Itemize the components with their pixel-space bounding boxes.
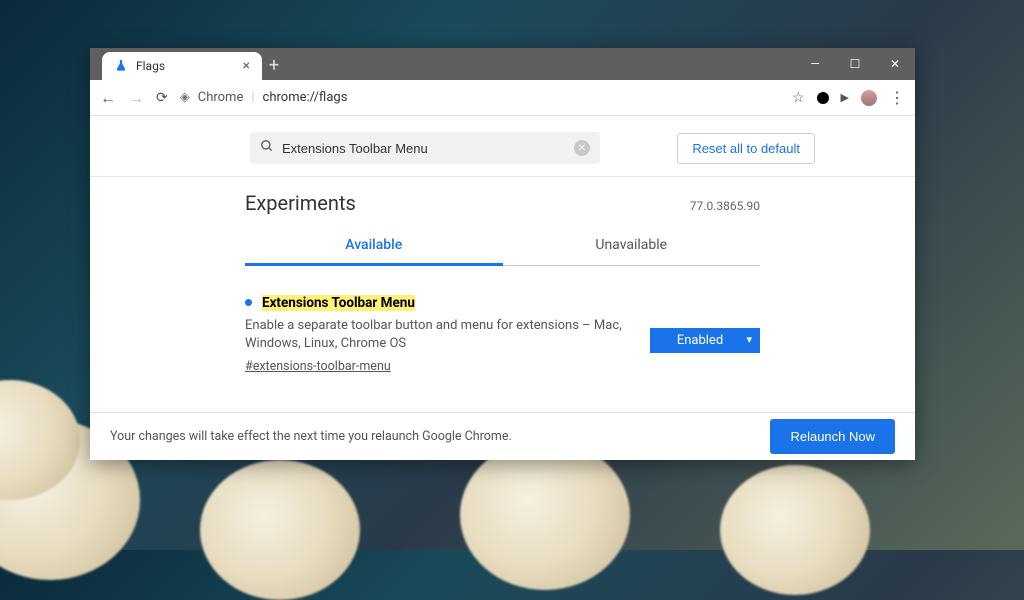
window-close-button[interactable]: ✕ xyxy=(875,48,915,80)
extension-play-icon[interactable]: ▶ xyxy=(841,91,849,104)
flags-tabs: Available Unavailable xyxy=(245,227,760,266)
modified-indicator-icon xyxy=(245,299,252,306)
flag-entry: Extensions Toolbar Menu Enable a separat… xyxy=(245,266,760,374)
tab-title: Flags xyxy=(136,59,235,73)
clear-search-icon[interactable]: ✕ xyxy=(574,140,590,156)
version-label: 77.0.3865.90 xyxy=(690,199,760,213)
browser-toolbar: ← → ⟳ ◈ Chrome | chrome://flags ☆ ▶ ⋮ xyxy=(90,80,915,116)
page-content: ✕ Reset all to default Experiments 77.0.… xyxy=(90,116,915,460)
relaunch-button[interactable]: Relaunch Now xyxy=(770,419,895,454)
bookmark-star-icon[interactable]: ☆ xyxy=(792,90,805,106)
tab-available[interactable]: Available xyxy=(245,227,503,266)
page-title: Experiments xyxy=(245,191,356,215)
extension-icon[interactable] xyxy=(817,92,829,104)
flag-description: Enable a separate toolbar button and men… xyxy=(245,317,626,353)
address-bar[interactable]: ◈ Chrome | chrome://flags xyxy=(180,90,780,105)
site-info-icon[interactable]: ◈ xyxy=(180,90,190,105)
flag-title: Extensions Toolbar Menu xyxy=(262,295,415,311)
chrome-chip: Chrome xyxy=(198,90,244,105)
browser-tab[interactable]: Flags × xyxy=(102,52,262,80)
browser-window: Flags × + — ☐ ✕ ← → ⟳ ◈ Chrome | chrome:… xyxy=(90,48,915,460)
flag-hash-link[interactable]: #extensions-toolbar-menu xyxy=(245,359,391,374)
close-tab-icon[interactable]: × xyxy=(243,58,250,74)
reload-button[interactable]: ⟳ xyxy=(156,90,168,106)
new-tab-button[interactable]: + xyxy=(262,55,286,80)
reset-all-button[interactable]: Reset all to default xyxy=(677,133,815,164)
flask-icon xyxy=(114,59,128,73)
profile-avatar[interactable] xyxy=(861,90,877,106)
flags-search[interactable]: ✕ xyxy=(250,132,600,164)
tab-unavailable[interactable]: Unavailable xyxy=(503,227,761,266)
window-maximize-button[interactable]: ☐ xyxy=(835,48,875,80)
flag-state-select[interactable]: Enabled xyxy=(650,328,760,353)
flags-search-input[interactable] xyxy=(282,141,566,156)
window-minimize-button[interactable]: — xyxy=(795,48,835,80)
forward-button: → xyxy=(128,88,144,108)
kebab-menu-icon[interactable]: ⋮ xyxy=(889,88,905,107)
url-text: chrome://flags xyxy=(263,90,348,105)
search-icon xyxy=(260,139,274,157)
back-button[interactable]: ← xyxy=(100,88,116,108)
relaunch-bar: Your changes will take effect the next t… xyxy=(90,412,915,460)
relaunch-message: Your changes will take effect the next t… xyxy=(110,429,512,444)
titlebar: Flags × + — ☐ ✕ xyxy=(90,48,915,80)
